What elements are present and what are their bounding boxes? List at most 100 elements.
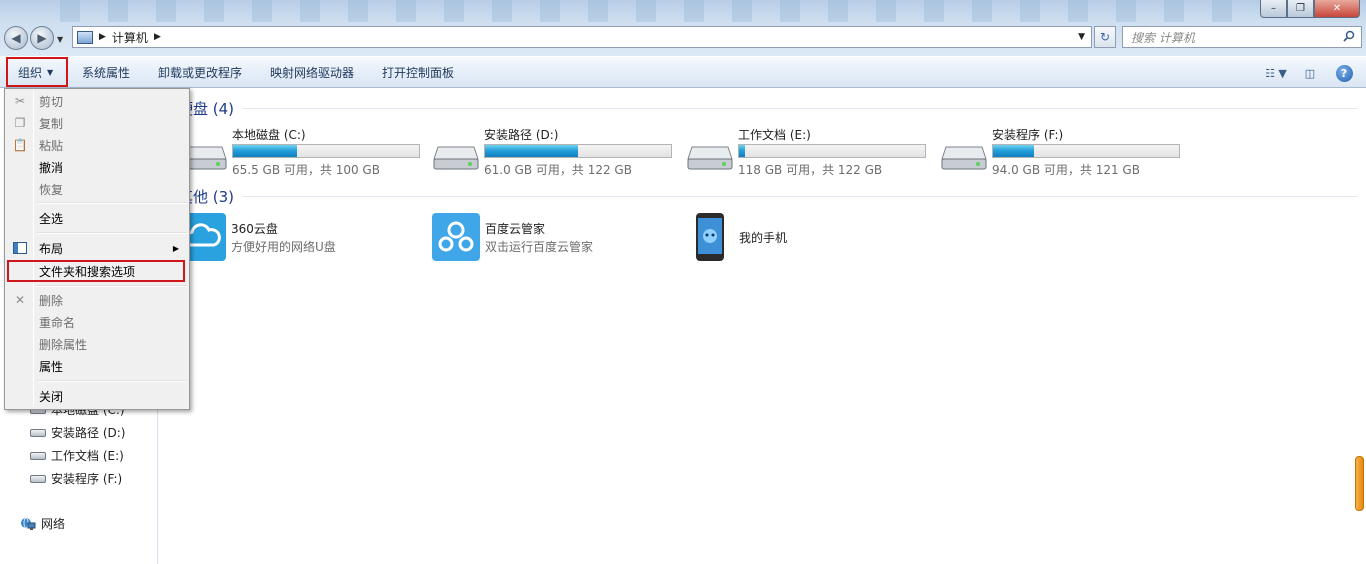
- drive-item-e[interactable]: 工作文档 (E:) 118 GB 可用，共 122 GB: [686, 125, 936, 185]
- menu-item-label: 粘贴: [39, 138, 64, 153]
- breadcrumb-separator[interactable]: ▶: [154, 32, 161, 42]
- window-controls: – ❐ ✕: [1260, 0, 1360, 18]
- close-button[interactable]: ✕: [1314, 0, 1360, 18]
- back-button[interactable]: ◀: [4, 26, 28, 50]
- nav-item-drive-d[interactable]: 安装路径 (D:): [30, 424, 125, 441]
- layout-icon: [12, 240, 28, 256]
- group-header-other[interactable]: 其他 (3): [178, 186, 1358, 207]
- drive-usage-bar: [992, 144, 1180, 158]
- map-network-drive-button[interactable]: 映射网络驱动器: [256, 57, 368, 88]
- forward-arrow-icon: ▶: [37, 31, 47, 45]
- drive-usage-fill: [993, 145, 1035, 157]
- menu-separator: [37, 380, 187, 382]
- system-properties-button[interactable]: 系统属性: [68, 57, 144, 88]
- menu-item-delete[interactable]: ✕ 删除: [7, 289, 187, 311]
- uninstall-program-button[interactable]: 卸载或更改程序: [144, 57, 256, 88]
- menu-item-redo[interactable]: 恢复: [7, 178, 187, 200]
- menu-item-remove-properties[interactable]: 删除属性: [7, 333, 187, 355]
- forward-button[interactable]: ▶: [30, 26, 54, 50]
- preview-pane-button[interactable]: ◫: [1298, 63, 1322, 83]
- nav-item-drive-e[interactable]: 工作文档 (E:): [30, 447, 124, 464]
- drive-usage-bar: [232, 144, 420, 158]
- view-options-icon: ☷ ▼: [1265, 66, 1287, 80]
- menu-item-cut[interactable]: ✂ 剪切: [7, 90, 187, 112]
- command-bar: 组织 ▼ 系统属性 卸载或更改程序 映射网络驱动器 打开控制面板 ☷ ▼ ◫ ?: [0, 57, 1366, 88]
- drive-free-space: 65.5 GB 可用，共 100 GB: [232, 163, 380, 177]
- nav-item-label: 安装路径 (D:): [51, 426, 126, 440]
- minimize-button[interactable]: –: [1260, 0, 1287, 18]
- drive-usage-fill: [233, 145, 298, 157]
- drive-free-space: 61.0 GB 可用，共 122 GB: [484, 163, 632, 177]
- menu-item-label: 布局: [39, 241, 64, 256]
- refresh-icon: ↻: [1099, 30, 1111, 44]
- menu-item-label: 复制: [39, 116, 64, 131]
- refresh-button[interactable]: ↻: [1094, 26, 1116, 48]
- breadcrumb-computer[interactable]: 计算机: [112, 29, 148, 46]
- search-placeholder: 搜索 计算机: [1131, 30, 1195, 45]
- menu-item-close[interactable]: 关闭: [7, 385, 187, 407]
- baidu-cloud-icon: [432, 213, 480, 261]
- menu-item-label: 剪切: [39, 94, 64, 109]
- item-name: 百度云管家: [485, 222, 546, 236]
- network-icon: [21, 517, 36, 530]
- menu-item-copy[interactable]: ❐ 复制: [7, 112, 187, 134]
- group-divider: [242, 108, 1358, 109]
- organize-button[interactable]: 组织 ▼: [6, 57, 68, 87]
- open-control-panel-button[interactable]: 打开控制面板: [368, 57, 468, 88]
- nav-item-network[interactable]: 网络: [20, 515, 65, 532]
- drive-icon: [30, 474, 46, 483]
- item-description: 方便好用的网络U盘: [231, 240, 336, 254]
- menu-separator: [37, 202, 187, 204]
- hard-drive-icon: [941, 146, 987, 170]
- copy-icon: ❐: [14, 116, 26, 130]
- drive-name: 工作文档 (E:): [738, 128, 811, 142]
- menu-item-undo[interactable]: 撤消: [7, 156, 187, 178]
- drive-usage-bar: [484, 144, 672, 158]
- menu-item-select-all[interactable]: 全选: [7, 207, 187, 229]
- drive-free-space: 118 GB 可用，共 122 GB: [738, 163, 883, 177]
- group-header-hard-drives[interactable]: 硬盘 (4): [178, 98, 1358, 119]
- drive-icon: [30, 451, 46, 460]
- computer-icon: [77, 30, 93, 44]
- drive-usage-bar: [738, 144, 926, 158]
- drive-item-c[interactable]: 本地磁盘 (C:) 65.5 GB 可用，共 100 GB: [180, 125, 430, 185]
- drive-free-space: 94.0 GB 可用，共 121 GB: [992, 163, 1140, 177]
- menu-item-properties[interactable]: 属性: [7, 355, 187, 377]
- other-item-baidu-cloud[interactable]: 百度云管家 双击运行百度云管家: [432, 213, 682, 263]
- search-input[interactable]: 搜索 计算机: [1122, 26, 1362, 48]
- scrollbar-thumb[interactable]: [1355, 456, 1364, 511]
- hard-drive-icon: [687, 146, 733, 170]
- change-view-button[interactable]: ☷ ▼: [1264, 63, 1288, 83]
- title-background: [60, 0, 1260, 22]
- recent-pages-dropdown[interactable]: ▼: [57, 35, 63, 50]
- nav-item-label: 安装程序 (F:): [51, 472, 123, 486]
- menu-item-layout[interactable]: 布局 ▶: [7, 237, 187, 259]
- menu-item-label: 关闭: [39, 389, 64, 404]
- other-item-my-phone[interactable]: 我的手机: [686, 213, 936, 263]
- back-arrow-icon: ◀: [11, 31, 21, 45]
- nav-item-drive-f[interactable]: 安装程序 (F:): [30, 470, 122, 487]
- other-item-360-cloud[interactable]: 360云盘 方便好用的网络U盘: [178, 213, 428, 263]
- address-bar[interactable]: ▶ 计算机 ▶ ▼: [72, 26, 1092, 48]
- maximize-button[interactable]: ❐: [1287, 0, 1314, 18]
- drive-item-d[interactable]: 安装路径 (D:) 61.0 GB 可用，共 122 GB: [432, 125, 682, 185]
- paste-icon: 📋: [12, 138, 28, 152]
- drive-name: 本地磁盘 (C:): [232, 128, 306, 142]
- drive-icon: [30, 428, 46, 437]
- drive-name: 安装程序 (F:): [992, 128, 1064, 142]
- network-label: 网络: [41, 517, 66, 531]
- menu-item-label: 重命名: [39, 315, 76, 330]
- drive-item-f[interactable]: 安装程序 (F:) 94.0 GB 可用，共 121 GB: [940, 125, 1190, 185]
- chevron-down-icon: ▼: [47, 67, 54, 77]
- menu-item-label: 全选: [39, 211, 64, 226]
- menu-item-rename[interactable]: 重命名: [7, 311, 187, 333]
- menu-item-folder-options[interactable]: 文件夹和搜索选项: [7, 260, 185, 282]
- breadcrumb-separator[interactable]: ▶: [99, 32, 106, 42]
- menu-item-label: 恢复: [39, 182, 64, 197]
- help-button[interactable]: ?: [1332, 63, 1356, 83]
- view-controls: ☷ ▼ ◫ ?: [1254, 63, 1356, 83]
- help-icon: ?: [1335, 64, 1353, 82]
- menu-item-paste[interactable]: 📋 粘贴: [7, 134, 187, 156]
- menu-item-label: 删除: [39, 293, 64, 308]
- address-history-dropdown[interactable]: ▼: [1078, 32, 1085, 42]
